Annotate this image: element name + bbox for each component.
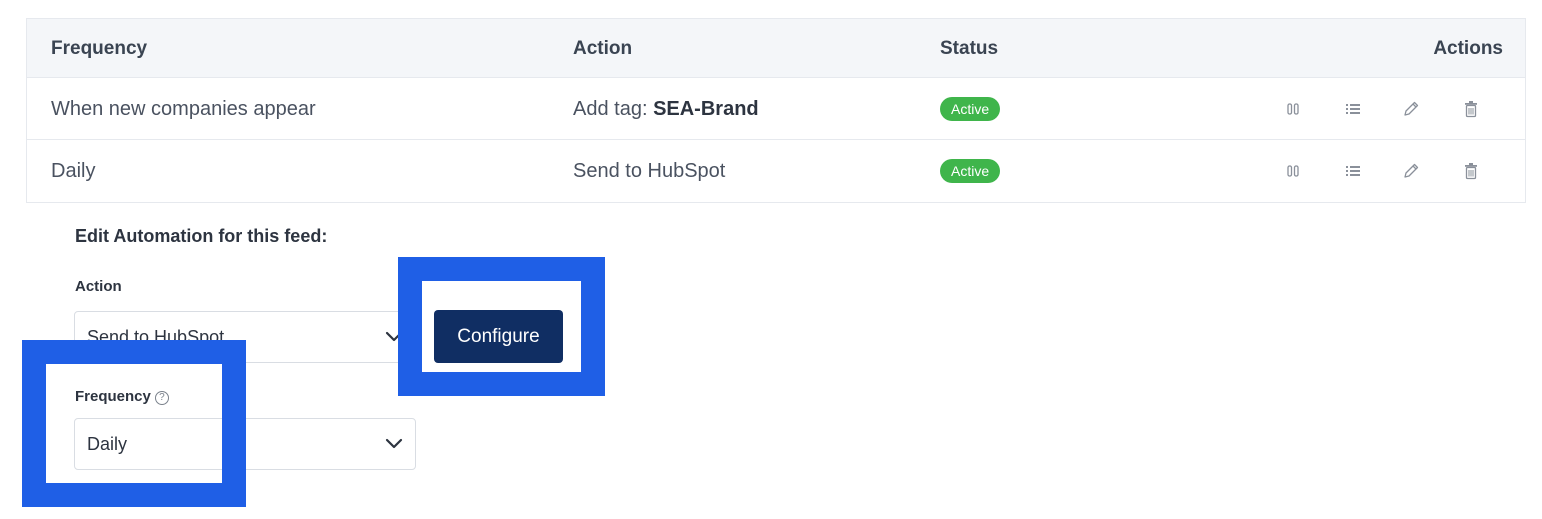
table-row: When new companies appear Add tag: SEA-B… xyxy=(27,78,1525,140)
pause-icon[interactable] xyxy=(1281,159,1305,183)
action-select-value: Send to HubSpot xyxy=(87,326,225,347)
pencil-icon[interactable] xyxy=(1399,97,1423,121)
header-status: Status xyxy=(940,38,999,59)
row-frequency: Daily xyxy=(51,160,96,182)
row-action-prefix: Send to HubSpot xyxy=(573,160,726,182)
header-frequency: Frequency xyxy=(51,38,148,59)
chevron-down-icon xyxy=(385,438,403,449)
automations-table: Frequency Action Status Actions When new… xyxy=(26,18,1526,203)
status-badge: Active xyxy=(940,159,1001,183)
trash-icon[interactable] xyxy=(1459,97,1483,121)
list-icon[interactable] xyxy=(1341,159,1365,183)
pencil-icon[interactable] xyxy=(1399,159,1423,183)
row-action: Add tag: SEA-Brand xyxy=(573,78,759,140)
frequency-label: Frequency? xyxy=(75,388,169,405)
table-row: Daily Send to HubSpot Active xyxy=(27,140,1525,202)
row-action-prefix: Add tag: xyxy=(573,98,654,120)
trash-icon[interactable] xyxy=(1459,159,1483,183)
help-icon[interactable]: ? xyxy=(154,391,169,405)
status-badge: Active xyxy=(940,97,1001,121)
header-actions: Actions xyxy=(1433,38,1503,59)
table-header: Frequency Action Status Actions xyxy=(27,19,1525,78)
action-label: Action xyxy=(75,278,122,295)
header-action: Action xyxy=(573,38,633,59)
configure-button[interactable]: Configure xyxy=(434,310,563,363)
page: Frequency Action Status Actions When new… xyxy=(0,0,1542,519)
edit-automation-title: Edit Automation for this feed: xyxy=(75,226,328,246)
row-frequency: When new companies appear xyxy=(51,98,316,120)
frequency-select-value: Daily xyxy=(87,433,128,454)
row-action: Send to HubSpot xyxy=(573,140,725,202)
list-icon[interactable] xyxy=(1341,97,1365,121)
frequency-select[interactable]: Daily xyxy=(74,418,416,470)
frequency-label-text: Frequency xyxy=(75,388,151,405)
action-select[interactable]: Send to HubSpot xyxy=(74,311,416,363)
pause-icon[interactable] xyxy=(1281,97,1305,121)
chevron-down-icon xyxy=(385,331,403,342)
row-action-tag: SEA-Brand xyxy=(653,98,759,120)
